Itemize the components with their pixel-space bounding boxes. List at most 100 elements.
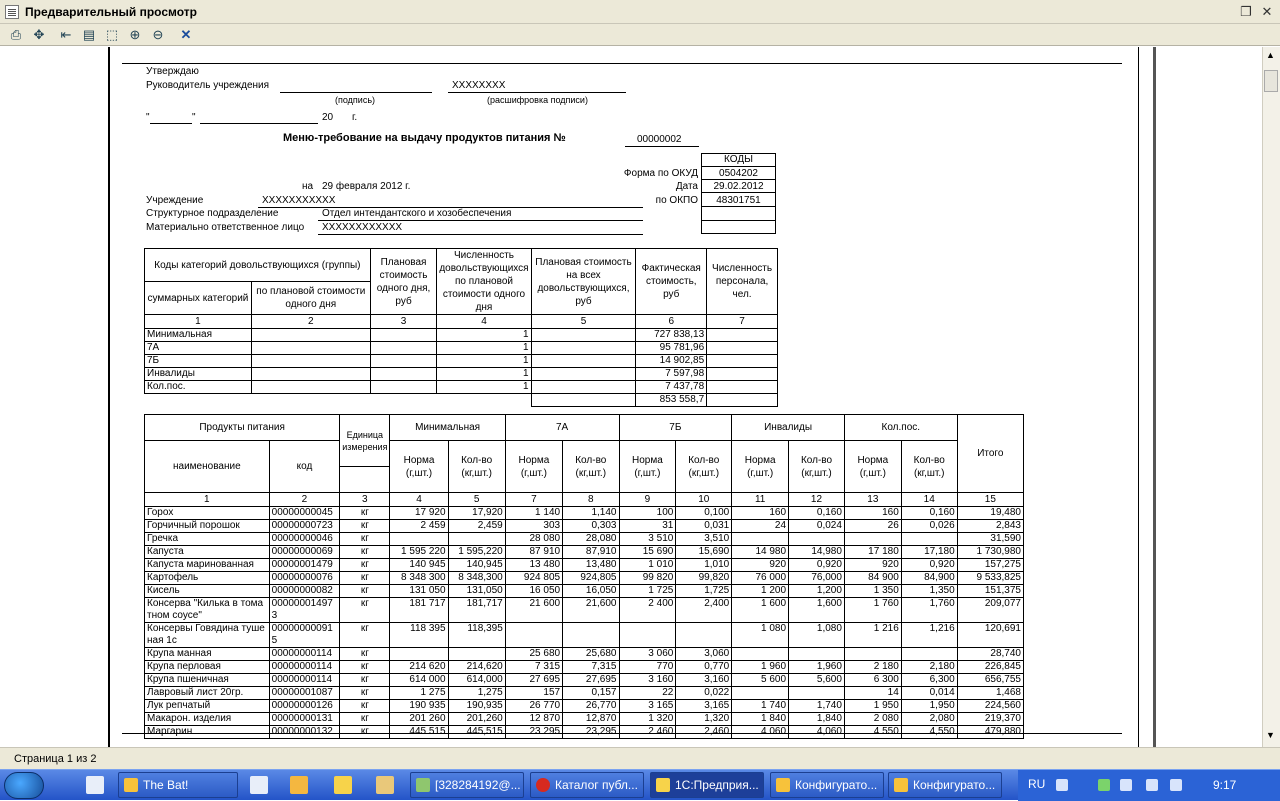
cell-kol-norm: 4 550 [843, 725, 902, 739]
cell-kol-norm: 2 180 [843, 660, 902, 674]
1c-icon[interactable] [334, 776, 352, 794]
cell-7a-norm: 7 315 [504, 660, 564, 674]
header-plan-one: по плановой стоимости одного дня [250, 281, 371, 315]
cell-inv-norm: 24 [731, 519, 790, 533]
cell-unit: кг [339, 725, 391, 739]
col-number: 11 [731, 492, 790, 507]
header-norm: Норма (г,шт.) [618, 440, 677, 493]
page-icon[interactable]: ▤ [80, 26, 98, 44]
page-first-icon[interactable]: ⇤ [57, 26, 75, 44]
task-configurator-1[interactable]: Конфигурато... [770, 772, 884, 798]
header-staff: Численность персонала, чел. [706, 248, 778, 315]
volume-icon[interactable] [1170, 779, 1182, 791]
header-norm: Норма (г,шт.) [843, 440, 902, 493]
cell-7b-qty: 0,100 [675, 506, 733, 520]
usb-icon[interactable] [1120, 779, 1132, 791]
outlook-icon[interactable] [290, 776, 308, 794]
table-row: Макарон. изделия 00000000131 кг 201 260 201,… [144, 712, 1025, 726]
task-thebat[interactable]: The Bat! [118, 772, 238, 798]
cell-min-norm: 201 260 [389, 712, 449, 726]
restore-icon[interactable]: ❐ [1238, 4, 1254, 20]
cell-unit: кг [339, 584, 391, 598]
date-label: Дата [675, 181, 698, 192]
cell-name: Капуста [144, 545, 270, 559]
scroll-down-icon[interactable]: ▼ [1266, 730, 1275, 740]
cell-empty [530, 328, 637, 342]
date-value: 29.02.2012 [713, 181, 764, 192]
tool-icon[interactable] [376, 776, 394, 794]
cell-min-qty: 181,717 [447, 597, 506, 623]
help-icon[interactable] [1056, 779, 1068, 791]
table-row: 7А 1 95 781,96 [144, 341, 778, 355]
cell-unit: кг [339, 647, 391, 661]
fit-icon[interactable]: ⬚ [103, 26, 121, 44]
task-label: Каталог публ... [555, 778, 638, 792]
cell-7a-qty: 87,910 [562, 545, 620, 559]
cell-inv-qty: 4,060 [788, 725, 845, 739]
table-header-row: Коды категорий довольствующихся (группы)… [144, 248, 778, 315]
header-group-7b: 7Б [618, 414, 733, 441]
scrollbar-thumb[interactable] [1264, 70, 1278, 92]
page-status: Страница 1 из 2 [14, 753, 97, 765]
language-indicator[interactable]: RU [1028, 777, 1045, 791]
cell-empty [530, 393, 637, 407]
cell-empty [530, 354, 637, 368]
start-button[interactable] [4, 772, 44, 799]
scroll-up-icon[interactable]: ▲ [1266, 50, 1275, 60]
cell-7b-norm: 99 820 [618, 571, 677, 585]
cell-unit: кг [339, 622, 391, 648]
display-icon[interactable] [1146, 779, 1158, 791]
cell-7a-norm: 23 295 [504, 725, 564, 739]
col-number: 1 [144, 492, 270, 507]
cell-7a-qty: 924,805 [562, 571, 620, 585]
task-opera[interactable]: Каталог публ... [530, 772, 644, 798]
vertical-scrollbar[interactable]: ▲ ▼ [1262, 47, 1280, 747]
cell-min-qty: 8 348,300 [447, 571, 506, 585]
close-preview-icon[interactable]: ✕ [177, 26, 195, 44]
head-name: ХХХХХХХХ [452, 80, 506, 91]
cell-unit: кг [339, 545, 391, 559]
cell-7b-norm: 100 [618, 506, 677, 520]
header-qty: Кол-во (кг,шт.) [562, 440, 620, 493]
calc-icon[interactable] [250, 776, 268, 794]
table-header-row: наименование код Норма (г,шт.) Кол-во (к… [144, 440, 1024, 493]
cell-empty [370, 394, 437, 407]
cell-name: Консерва "Килька в томатном соусе" [144, 597, 270, 623]
cell-kol-qty: 1,350 [900, 584, 958, 598]
cell-inv-norm: 1 200 [731, 584, 790, 598]
cell-inv-qty: 1,200 [788, 584, 845, 598]
cell-min-norm: 131 050 [389, 584, 449, 598]
table-row: Горчичный порошок 00000000723 кг 2 459 2,459… [144, 519, 1025, 533]
cell-code: 00000000046 [268, 532, 341, 546]
cell-min-norm: 17 920 [389, 506, 449, 520]
close-icon[interactable]: ✕ [1259, 4, 1275, 20]
col-number: 14 [900, 492, 958, 507]
quicklaunch-icon[interactable] [86, 776, 104, 794]
cell-7a-norm: 87 910 [504, 545, 564, 559]
task-1c[interactable]: 1С:Предприя... [650, 772, 764, 798]
cell-total: 1,468 [956, 686, 1025, 700]
cell-kol-norm: 920 [843, 558, 902, 572]
cell-kol-qty [900, 647, 958, 661]
zoom-in-icon[interactable]: ⊕ [126, 26, 144, 44]
cell-kol-norm: 17 180 [843, 545, 902, 559]
header-count: Численность довольствующихся по плановой… [436, 248, 532, 315]
table-header-row: Продукты питания Единица измерения Миним… [143, 414, 1025, 493]
task-icq[interactable]: [328284192@... [410, 772, 524, 798]
col-number: 7 [706, 314, 778, 329]
header-qty: Кол-во (кг,шт.) [675, 440, 733, 493]
cell-unit: кг [339, 699, 391, 713]
cell-unit: кг [339, 660, 391, 674]
move-icon[interactable]: ✥ [30, 26, 48, 44]
header-norm: Норма (г,шт.) [504, 440, 564, 493]
print-icon[interactable]: ⎙ [7, 26, 25, 44]
cell-7b-qty: 0,031 [675, 519, 733, 533]
document-viewer[interactable]: Утверждаю Руководитель учреждения ХХХХХХ… [0, 47, 1262, 747]
task-configurator-2[interactable]: Конфигурато... [888, 772, 1002, 798]
zoom-out-icon[interactable]: ⊖ [149, 26, 167, 44]
col-number: 5 [530, 314, 637, 329]
network-icon[interactable] [1098, 779, 1110, 791]
cell-fact: 14 902,85 [635, 354, 708, 368]
col-number: 5 [447, 492, 506, 507]
cell-7b-norm: 3 160 [618, 673, 677, 687]
